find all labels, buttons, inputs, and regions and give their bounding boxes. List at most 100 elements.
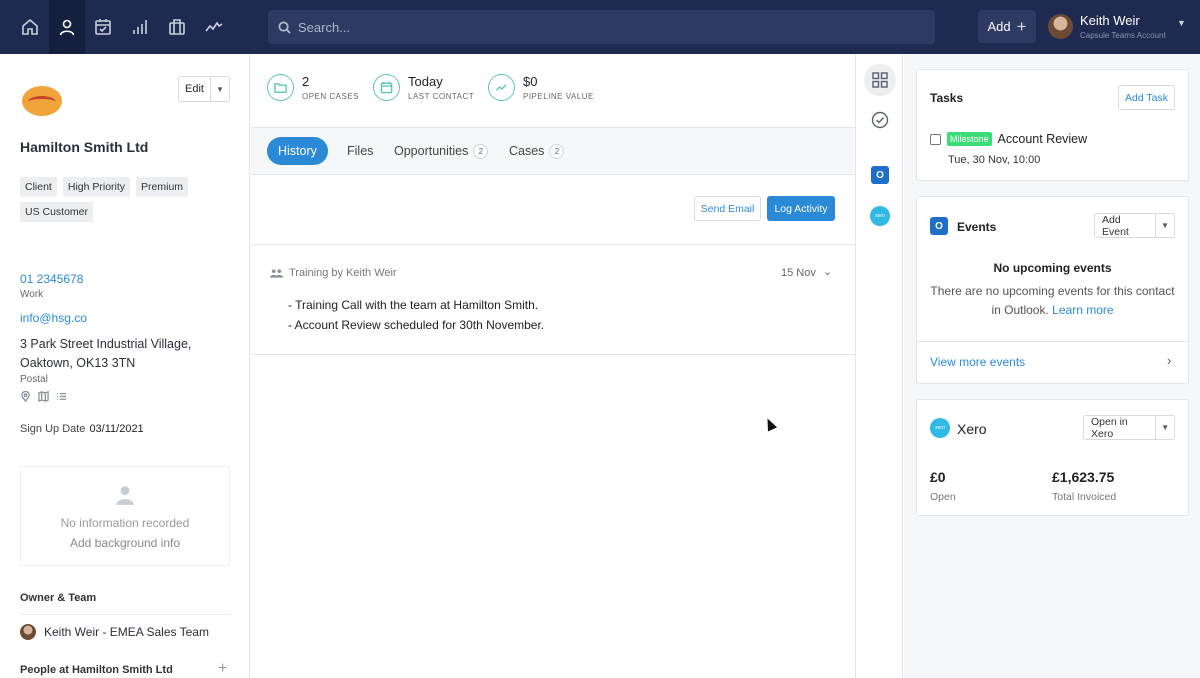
bar-chart-icon[interactable] bbox=[122, 0, 158, 54]
stat-open-cases[interactable]: 2 OPEN CASES bbox=[267, 74, 359, 101]
map-icon[interactable] bbox=[38, 391, 49, 402]
stat-value: 2 bbox=[302, 74, 310, 89]
chevron-down-icon[interactable]: ▼ bbox=[1156, 214, 1174, 237]
events-empty-title: No upcoming events bbox=[993, 261, 1112, 275]
search-input[interactable] bbox=[298, 19, 898, 35]
person-icon bbox=[116, 486, 134, 505]
stat-last-contact[interactable]: Today LAST CONTACT bbox=[373, 74, 474, 101]
tasks-title: Tasks bbox=[930, 91, 964, 105]
briefcase-icon[interactable] bbox=[159, 0, 195, 54]
owner-heading: Owner & Team bbox=[20, 592, 97, 604]
company-logo bbox=[22, 86, 62, 116]
chevron-right-icon[interactable]: › bbox=[1167, 353, 1171, 368]
stat-value: Today bbox=[408, 74, 443, 89]
open-in-xero-button[interactable]: Open in Xero ▼ bbox=[1083, 415, 1175, 440]
home-icon[interactable] bbox=[12, 0, 48, 54]
stat-label: LAST CONTACT bbox=[408, 92, 475, 101]
people-heading: People at Hamilton Smith Ltd bbox=[20, 664, 173, 676]
add-person-icon[interactable]: + bbox=[218, 660, 227, 678]
history-entry-line: - Account Review scheduled for 30th Nove… bbox=[288, 318, 545, 332]
tasks-card: Tasks Add Task Milestone Account Review … bbox=[916, 69, 1189, 181]
tag[interactable]: High Priority bbox=[62, 177, 131, 197]
task-item: Milestone Account Review bbox=[930, 132, 1087, 146]
tab-count: 2 bbox=[473, 143, 489, 159]
person-icon[interactable] bbox=[49, 0, 85, 54]
add-event-label: Add Event bbox=[1095, 214, 1156, 238]
plus-icon: + bbox=[1016, 17, 1027, 36]
learn-more-link[interactable]: Learn more bbox=[1052, 303, 1113, 317]
address-line: Oaktown, OK13 3TN bbox=[20, 356, 136, 370]
phone-link[interactable]: 01 2345678 bbox=[20, 272, 83, 286]
add-task-button[interactable]: Add Task bbox=[1118, 85, 1175, 110]
calendar-icon bbox=[373, 74, 400, 101]
add-event-button[interactable]: Add Event ▼ bbox=[1094, 213, 1175, 238]
phone-type: Work bbox=[20, 289, 44, 300]
add-button[interactable]: Add + bbox=[978, 10, 1036, 43]
search-bar[interactable] bbox=[268, 10, 935, 44]
tab-cases[interactable]: Cases 2 bbox=[509, 137, 565, 165]
add-background-link[interactable]: Add background info bbox=[21, 536, 229, 550]
address-actions bbox=[20, 391, 67, 402]
address: 3 Park Street Industrial Village, Oaktow… bbox=[20, 335, 191, 373]
send-email-button[interactable]: Send Email bbox=[694, 196, 761, 221]
activity-icon[interactable] bbox=[196, 0, 232, 54]
list-icon[interactable] bbox=[56, 391, 67, 402]
tab-files[interactable]: Files bbox=[347, 137, 373, 165]
user-name: Keith Weir bbox=[1080, 13, 1140, 28]
view-more-events-link[interactable]: View more events bbox=[930, 355, 1025, 369]
events-card: O Events Add Event ▼ No upcoming events … bbox=[916, 196, 1189, 384]
events-empty-line: There are no upcoming events for this co… bbox=[930, 284, 1175, 298]
history-entry-header: Training by Keith Weir bbox=[270, 267, 397, 279]
log-activity-button[interactable]: Log Activity bbox=[767, 196, 835, 221]
integrations-rail: O xero bbox=[855, 54, 903, 678]
add-button-label: Add bbox=[987, 19, 1011, 34]
outlook-letter: O bbox=[871, 166, 889, 184]
tab-label: History bbox=[278, 144, 317, 158]
tag[interactable]: Client bbox=[20, 177, 57, 197]
check-circle-icon[interactable] bbox=[864, 104, 896, 136]
xero-card: xero Xero Open in Xero ▼ £0 Open £1,623.… bbox=[916, 399, 1189, 516]
map-pin-icon[interactable] bbox=[20, 391, 31, 402]
stats-bar: 2 OPEN CASES Today LAST CONTACT $0 PIPELINE… bbox=[251, 54, 855, 128]
address-type: Postal bbox=[20, 374, 48, 385]
right-panel: Tasks Add Task Milestone Account Review … bbox=[904, 54, 1200, 678]
background-info-box[interactable]: No information recorded Add background i… bbox=[20, 466, 230, 566]
tab-history[interactable]: History bbox=[267, 137, 328, 165]
events-empty-text: There are no upcoming events for this co… bbox=[917, 282, 1188, 320]
open-amount-label: Open bbox=[930, 491, 956, 503]
activity-actions: Send Email Log Activity bbox=[251, 175, 855, 245]
events-title: Events bbox=[957, 220, 997, 234]
folder-icon bbox=[267, 74, 294, 101]
events-empty-line2: in Outlook. Learn more bbox=[917, 301, 1188, 320]
tag[interactable]: US Customer bbox=[20, 202, 94, 222]
task-checkbox[interactable] bbox=[930, 133, 941, 145]
grid-icon[interactable] bbox=[864, 64, 896, 96]
stat-value: $0 bbox=[523, 74, 538, 89]
xero-icon[interactable]: xero bbox=[864, 200, 896, 232]
tag[interactable]: Premium bbox=[136, 177, 189, 197]
contact-sidebar: Edit ▼ Hamilton Smith Ltd Client High Pr… bbox=[0, 54, 250, 678]
history-entry-title: Training by Keith Weir bbox=[289, 267, 397, 279]
xero-title: Xero bbox=[957, 421, 987, 437]
chevron-down-icon[interactable]: ⌄ bbox=[823, 265, 832, 278]
signup-date: Sign Up Date 03/11/2021 bbox=[20, 423, 144, 435]
calendar-check-icon[interactable] bbox=[85, 0, 121, 54]
events-empty-suffix: in Outlook. bbox=[991, 303, 1049, 317]
task-name[interactable]: Account Review bbox=[998, 132, 1088, 146]
chevron-down-icon[interactable]: ▼ bbox=[1156, 416, 1174, 439]
outlook-icon[interactable]: O bbox=[864, 159, 896, 191]
tag-list: Client High Priority Premium US Customer bbox=[20, 177, 235, 222]
invoiced-amount-label: Total Invoiced bbox=[1052, 491, 1117, 503]
tab-count: 2 bbox=[549, 143, 565, 159]
user-menu[interactable]: Keith Weir Capsule Teams Account ▼ bbox=[1048, 12, 1188, 44]
history-entry-body: - Training Call with the team at Hamilto… bbox=[288, 295, 544, 335]
xero-icon-text: xero bbox=[870, 206, 890, 226]
tab-opportunities[interactable]: Opportunities 2 bbox=[394, 137, 489, 165]
stat-pipeline-value[interactable]: $0 PIPELINE VALUE bbox=[488, 74, 594, 101]
xero-icon-text: xero bbox=[930, 418, 950, 438]
email-link[interactable]: info@hsg.co bbox=[20, 311, 87, 325]
stat-label: PIPELINE VALUE bbox=[523, 92, 594, 101]
background-empty-text: No information recorded bbox=[60, 516, 190, 530]
edit-button[interactable]: Edit ▼ bbox=[178, 76, 230, 102]
chevron-down-icon[interactable]: ▼ bbox=[211, 77, 229, 101]
